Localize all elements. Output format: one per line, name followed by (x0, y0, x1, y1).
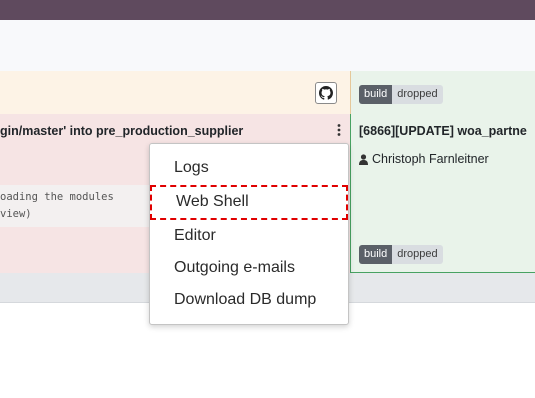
user-icon (359, 153, 368, 165)
build-badge-status: dropped (392, 245, 443, 264)
menu-item-outgoing-emails[interactable]: Outgoing e-mails (174, 259, 295, 277)
build-badge-label: build (359, 245, 393, 264)
build-badge-label: build (359, 85, 393, 104)
build-log-preview: oading the modules view) (0, 185, 160, 227)
log-line: view) (0, 208, 32, 220)
build-context-menu: Logs Web Shell Editor Outgoing e-mails D… (149, 143, 349, 325)
menu-item-download-db-dump[interactable]: Download DB dump (174, 291, 316, 309)
commit-author: Christoph Farnleitner (359, 152, 489, 166)
github-icon (319, 86, 333, 100)
batch-header-left (0, 71, 350, 115)
build-menu-button[interactable] (332, 121, 346, 139)
filter-bar (0, 20, 535, 72)
top-navbar (0, 0, 535, 20)
menu-item-logs[interactable]: Logs (174, 159, 209, 177)
author-name: Christoph Farnleitner (372, 152, 489, 166)
menu-item-editor[interactable]: Editor (174, 227, 216, 245)
build-status-badge-top[interactable]: build dropped (359, 85, 443, 104)
menu-item-web-shell[interactable]: Web Shell (176, 193, 249, 211)
vertical-ellipsis-icon (337, 124, 341, 136)
commit-title-left[interactable]: gin/master' into pre_production_supplier (0, 124, 335, 138)
commit-title-right[interactable]: [6866][UPDATE] woa_partne (359, 124, 535, 138)
build-status-badge-bottom[interactable]: build dropped (359, 245, 443, 264)
github-button[interactable] (315, 82, 337, 104)
build-badge-status: dropped (392, 85, 443, 104)
log-line: oading the modules (0, 191, 114, 203)
